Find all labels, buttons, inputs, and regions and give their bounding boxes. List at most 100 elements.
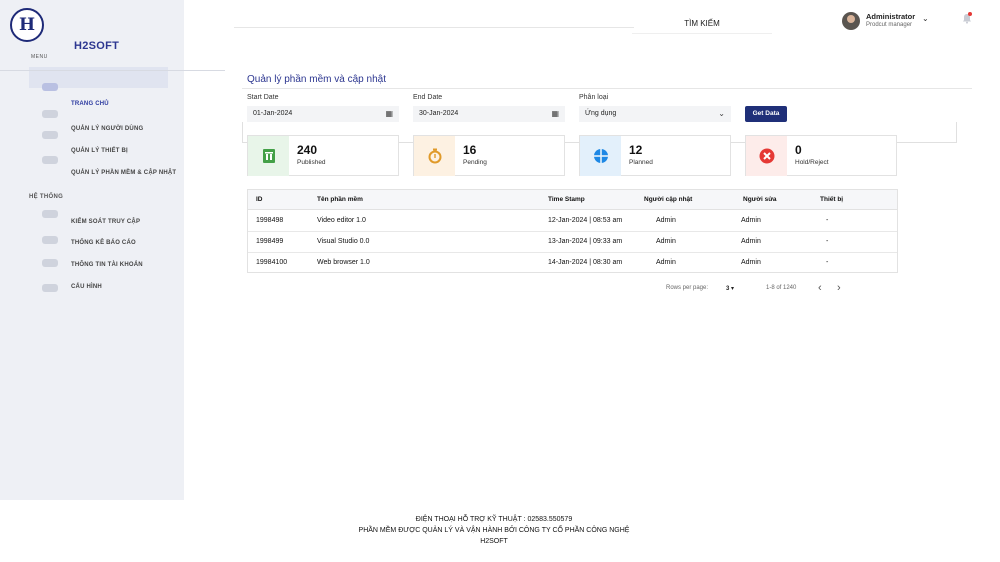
chevron-right-icon[interactable]: › xyxy=(837,282,841,294)
end-date-value: 30-Jan-2024 xyxy=(419,110,459,117)
software-icon[interactable] xyxy=(42,156,58,164)
chevron-left-icon[interactable]: ‹ xyxy=(818,282,822,294)
access-control-icon[interactable] xyxy=(42,210,58,218)
sidebar-item-trang-chu[interactable]: TRANG CHỦ xyxy=(71,101,109,107)
stat-card-hold-reject[interactable]: 0 Hold/Reject xyxy=(745,135,897,176)
device-icon[interactable] xyxy=(42,131,58,139)
cell-software-name: Video editor 1.0 xyxy=(317,217,366,224)
stat-card-published[interactable]: 240 Published xyxy=(247,135,399,176)
header-divider xyxy=(0,70,225,71)
logo-letter: H xyxy=(18,15,36,35)
stat-card-pending[interactable]: 16 Pending xyxy=(413,135,565,176)
planned-count: 12 xyxy=(629,143,643,157)
timer-icon xyxy=(428,148,441,164)
sidebar-item-access-control[interactable]: KIỂM SOÁT TRUY CẬP xyxy=(71,219,140,225)
stat-card-planned[interactable]: 12 Planned xyxy=(579,135,731,176)
sidebar-item-config[interactable]: CẤU HÌNH xyxy=(71,284,102,290)
cell-editor: Admin xyxy=(741,217,761,224)
start-date-value: 01-Jan-2024 xyxy=(253,110,293,117)
chevron-down-icon[interactable]: ⌄ xyxy=(922,14,929,23)
cell-updater: Admin xyxy=(656,217,676,224)
footer-operator: PHẦN MỀM ĐƯỢC QUẢN LÝ VÀ VẬN HÀNH BỞI CÔ… xyxy=(358,527,630,534)
published-count: 240 xyxy=(297,143,318,157)
h2soft-logo[interactable]: H xyxy=(10,8,44,42)
rows-per-page-label: Rows per page: xyxy=(666,285,709,291)
col-updater[interactable]: Người cập nhật xyxy=(644,190,692,210)
sidebar: H H2SOFT MENU TRANG CHỦ QUẢN LÝ NGƯỜI DÙ… xyxy=(0,0,184,500)
cell-updater: Admin xyxy=(656,238,676,245)
page-title: Quản lý phần mềm và cập nhật xyxy=(247,74,386,85)
chevron-down-icon[interactable]: ⌄ xyxy=(718,106,725,122)
col-editor[interactable]: Người sửa xyxy=(743,190,777,210)
pending-count: 16 xyxy=(463,143,477,157)
col-id[interactable]: ID xyxy=(256,190,263,210)
calendar-icon[interactable]: ▦ xyxy=(551,106,559,122)
cell-device: - xyxy=(826,259,829,266)
sidebar-item-account[interactable]: THÔNG TIN TÀI KHOẢN xyxy=(71,262,143,268)
report-icon[interactable] xyxy=(42,236,58,244)
get-data-button[interactable]: Get Data xyxy=(745,106,787,122)
rows-per-page-select[interactable]: 3 ▾ xyxy=(726,285,734,292)
type-label: Phân loại xyxy=(579,94,609,101)
content-divider xyxy=(242,88,972,89)
footer-support-phone: ĐIỆN THOẠI HỖ TRỢ KỸ THUẬT : 02583.55057… xyxy=(415,516,573,523)
col-software-name[interactable]: Tên phần mềm xyxy=(317,190,363,210)
table-header: ID Tên phần mềm Time Stamp Người cập nhậ… xyxy=(248,190,897,210)
start-date-input[interactable]: 01-Jan-2024 ▦ xyxy=(247,106,399,122)
cell-timestamp: 13-Jan-2024 | 09:33 am xyxy=(548,238,623,245)
hold-reject-label: Hold/Reject xyxy=(795,159,829,166)
calendar-icon[interactable]: ▦ xyxy=(385,106,393,122)
cell-editor: Admin xyxy=(741,238,761,245)
settings-icon[interactable] xyxy=(42,284,58,292)
cell-software-name: Visual Studio 0.0 xyxy=(317,238,370,245)
sidebar-item-software[interactable]: QUẢN LÝ PHẦN MỀM & CẬP NHẬT xyxy=(71,170,176,176)
cell-id: 1998499 xyxy=(256,238,284,245)
type-select[interactable]: Ứng dụng ⌄ xyxy=(579,106,731,122)
published-label: Published xyxy=(297,159,326,166)
caret-down-icon[interactable]: ▾ xyxy=(731,286,734,292)
footer-company: H2SOFT xyxy=(480,538,508,545)
cell-device: - xyxy=(826,217,829,224)
dashboard-icon[interactable] xyxy=(42,83,58,91)
cell-device: - xyxy=(826,238,829,245)
cell-id: 19984100 xyxy=(256,259,288,266)
user-role: Prodcut manager xyxy=(866,22,913,28)
table-row[interactable]: 1998498 Video editor 1.0 12-Jan-2024 | 0… xyxy=(248,211,897,232)
published-tile xyxy=(248,136,289,176)
footer: ĐIỆN THOẠI HỖ TRỢ KỸ THUẬT : 02583.55057… xyxy=(300,514,688,547)
end-date-input[interactable]: 30-Jan-2024 ▦ xyxy=(413,106,565,122)
planned-tile xyxy=(580,136,621,176)
reject-icon xyxy=(759,148,774,164)
user-avatar[interactable] xyxy=(842,12,860,30)
hold-reject-tile xyxy=(746,136,787,176)
notification-dot xyxy=(968,12,972,16)
cell-updater: Admin xyxy=(656,259,676,266)
user-name[interactable]: Administrator xyxy=(866,12,915,21)
start-date-label: Start Date xyxy=(247,94,279,101)
cell-id: 1998498 xyxy=(256,217,284,224)
col-timestamp[interactable]: Time Stamp xyxy=(548,190,585,210)
sidebar-item-users[interactable]: QUẢN LÝ NGƯỜI DÙNG xyxy=(71,126,143,132)
account-icon[interactable] xyxy=(42,259,58,267)
sidebar-item-reports[interactable]: THỐNG KÊ BÁO CÁO xyxy=(71,240,136,246)
software-table: ID Tên phần mềm Time Stamp Người cập nhậ… xyxy=(247,189,898,273)
hold-reject-count: 0 xyxy=(795,143,802,157)
brand-name: H2SOFT xyxy=(74,40,120,52)
cell-timestamp: 12-Jan-2024 | 08:53 am xyxy=(548,217,623,224)
pending-label: Pending xyxy=(463,159,487,166)
table-row[interactable]: 19984100 Web browser 1.0 14-Jan-2024 | 0… xyxy=(248,253,897,274)
crosshair-icon xyxy=(593,149,608,163)
cell-timestamp: 14-Jan-2024 | 08:30 am xyxy=(548,259,623,266)
col-device[interactable]: Thiết bị xyxy=(820,190,843,210)
header-left-line xyxy=(234,27,634,28)
pending-tile xyxy=(414,136,455,176)
users-icon[interactable] xyxy=(42,110,58,118)
table-row[interactable]: 1998499 Visual Studio 0.0 13-Jan-2024 | … xyxy=(248,232,897,253)
planned-label: Planned xyxy=(629,159,653,166)
end-date-label: End Date xyxy=(413,94,443,101)
search-button[interactable]: TÌM KIẾM xyxy=(632,14,772,34)
publish-icon xyxy=(262,149,275,163)
sidebar-item-devices[interactable]: QUẢN LÝ THIẾT BỊ xyxy=(71,148,128,154)
system-section-label: HỆ THỐNG xyxy=(29,194,64,200)
cell-editor: Admin xyxy=(741,259,761,266)
